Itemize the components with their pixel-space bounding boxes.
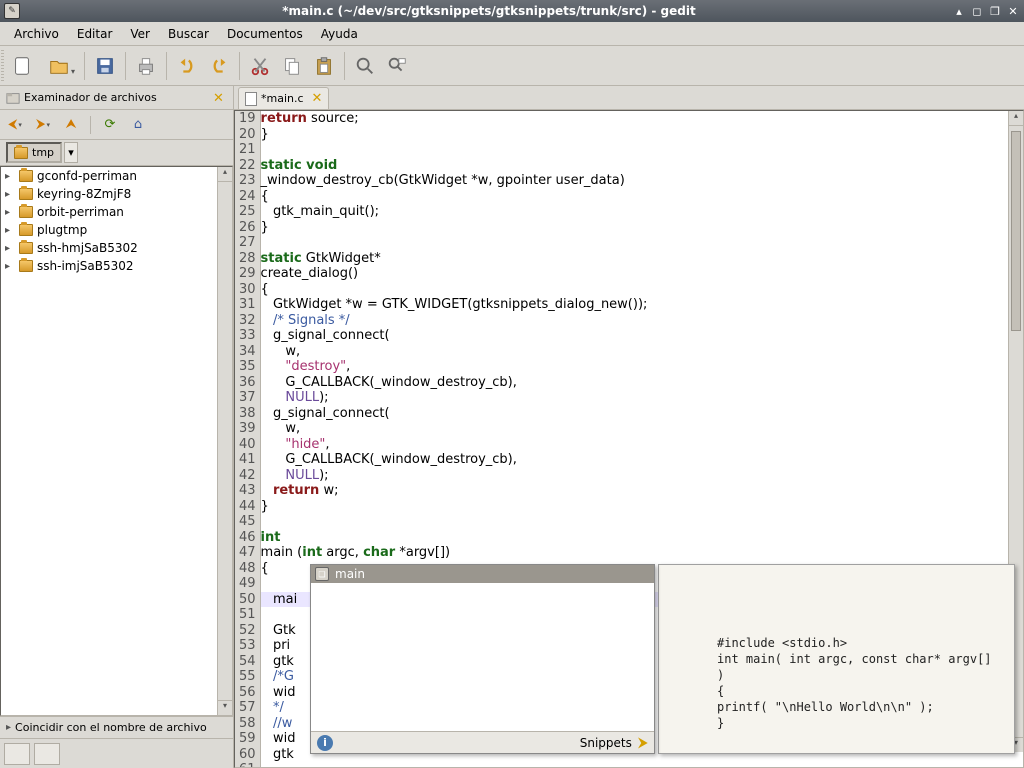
redo-button[interactable] xyxy=(204,51,234,81)
tab-main-c[interactable]: *main.c ✕ xyxy=(238,87,329,109)
side-panel: Examinador de archivos ✕ ⮜▾ ⮞▾ ⮝ ⟳ ⌂ tmp… xyxy=(0,86,234,768)
tree-item[interactable]: ▸orbit-perriman xyxy=(1,203,217,221)
document-tabs: *main.c ✕ xyxy=(234,86,1024,110)
menu-documentos[interactable]: Documentos xyxy=(219,25,311,43)
tab-close-icon[interactable]: ✕ xyxy=(312,91,323,106)
autocomplete-preview: #include <stdio.h>int main( int argc, co… xyxy=(658,564,1015,754)
nav-forward-button[interactable]: ⮞▾ xyxy=(34,116,52,134)
new-button[interactable] xyxy=(7,51,37,81)
side-panel-status xyxy=(0,738,233,768)
side-panel-title: Examinador de archivos xyxy=(24,91,209,104)
toolbar xyxy=(0,46,1024,86)
filter-row[interactable]: ▸ Coincidir con el nombre de archivo xyxy=(0,716,233,738)
menu-buscar[interactable]: Buscar xyxy=(160,25,217,43)
nav-separator xyxy=(90,116,91,134)
tree-item[interactable]: ▸ssh-hmjSaB5302 xyxy=(1,239,217,257)
menu-ver[interactable]: Ver xyxy=(122,25,158,43)
path-bar: tmp ▾ xyxy=(0,140,233,166)
file-browser-icon xyxy=(6,91,20,105)
info-icon[interactable]: i xyxy=(317,735,333,751)
print-button[interactable] xyxy=(131,51,161,81)
tree-item[interactable]: ▸ssh-imjSaB5302 xyxy=(1,257,217,275)
file-tree[interactable]: ▸gconfd-perriman▸keyring-8ZmjF8▸orbit-pe… xyxy=(0,166,233,716)
toolbar-separator xyxy=(125,52,126,80)
window-restore-button[interactable]: ❐ xyxy=(988,4,1002,18)
toolbar-separator xyxy=(344,52,345,80)
save-button[interactable] xyxy=(90,51,120,81)
toolbar-separator xyxy=(166,52,167,80)
window-close-button[interactable]: ✕ xyxy=(1006,4,1020,18)
cut-button[interactable] xyxy=(245,51,275,81)
side-panel-header: Examinador de archivos ✕ xyxy=(0,86,233,110)
line-number-gutter: 1920212223242526272829303132333435363738… xyxy=(235,111,261,767)
nav-refresh-button[interactable]: ⟳ xyxy=(101,116,119,134)
nav-up-button[interactable]: ⮝ xyxy=(62,116,80,134)
open-button[interactable] xyxy=(39,51,79,81)
path-dropdown[interactable]: ▾ xyxy=(64,142,78,163)
path-segment-tmp[interactable]: tmp xyxy=(6,142,62,163)
copy-button[interactable] xyxy=(277,51,307,81)
tree-item[interactable]: ▸gconfd-perriman xyxy=(1,167,217,185)
nav-back-button[interactable]: ⮜▾ xyxy=(6,116,24,134)
nav-home-button[interactable]: ⌂ xyxy=(129,116,147,134)
paste-button[interactable] xyxy=(309,51,339,81)
menu-ayuda[interactable]: Ayuda xyxy=(313,25,366,43)
tree-scrollbar[interactable] xyxy=(217,167,232,715)
panel-close-icon[interactable]: ✕ xyxy=(213,91,227,105)
undo-button[interactable] xyxy=(172,51,202,81)
tree-item[interactable]: ▸plugtmp xyxy=(1,221,217,239)
autocomplete-popup[interactable]: ❏ main i Snippets ⮞ xyxy=(310,564,655,754)
status-box-2[interactable] xyxy=(34,743,60,765)
snippet-icon: ❏ xyxy=(315,567,329,581)
menu-editar[interactable]: Editar xyxy=(69,25,121,43)
window-minimize-button[interactable]: ▴ xyxy=(952,4,966,18)
tree-item[interactable]: ▸keyring-8ZmjF8 xyxy=(1,185,217,203)
find-button[interactable] xyxy=(350,51,380,81)
status-box-1[interactable] xyxy=(4,743,30,765)
expand-icon: ▸ xyxy=(6,722,11,733)
toolbar-separator xyxy=(239,52,240,80)
folder-icon xyxy=(14,147,28,159)
file-browser-nav: ⮜▾ ⮞▾ ⮝ ⟳ ⌂ xyxy=(0,110,233,140)
window-titlebar: ✎ *main.c (~/dev/src/gtksnippets/gtksnip… xyxy=(0,0,1024,22)
menubar: Archivo Editar Ver Buscar Documentos Ayu… xyxy=(0,22,1024,46)
document-icon xyxy=(245,92,257,106)
next-provider-icon[interactable]: ⮞ xyxy=(638,735,648,751)
toolbar-separator xyxy=(84,52,85,80)
autocomplete-status: i Snippets ⮞ xyxy=(311,731,654,753)
app-icon: ✎ xyxy=(4,3,20,19)
window-title: *main.c (~/dev/src/gtksnippets/gtksnippe… xyxy=(26,4,952,18)
autocomplete-item[interactable]: ❏ main xyxy=(311,565,654,583)
menu-archivo[interactable]: Archivo xyxy=(6,25,67,43)
replace-button[interactable] xyxy=(382,51,412,81)
window-maximize-button[interactable]: ◻ xyxy=(970,4,984,18)
